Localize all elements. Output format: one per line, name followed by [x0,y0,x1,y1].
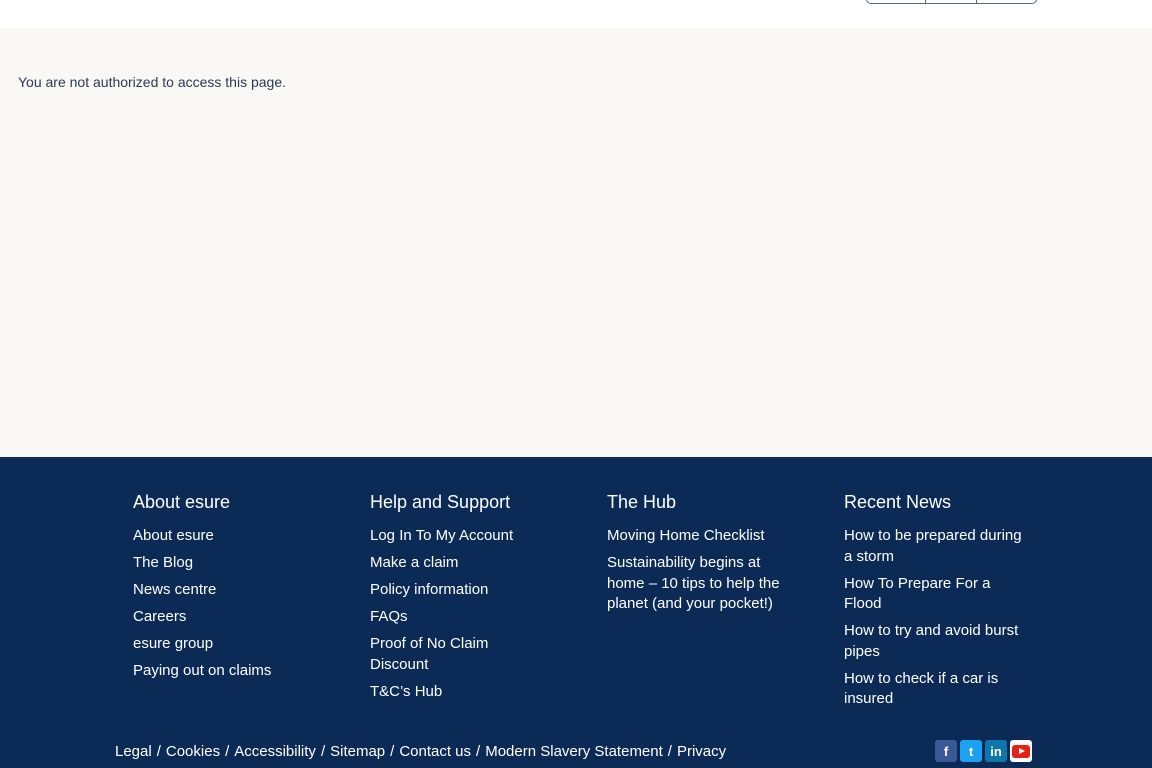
legal-links: Legal / Cookies / Accessibility / Sitemap / Cont… [115,743,726,760]
main-content: You are not authorized to access this pa… [0,28,1152,457]
footer-link-paying-out-on-claims[interactable]: Paying out on claims [133,661,323,682]
modern-slavery-link[interactable]: Modern Slavery Statement [485,743,663,760]
footer-link-storm[interactable]: How to be prepared during a storm [844,526,1029,567]
header-tab[interactable] [926,0,977,3]
social-links: f t in [935,740,1032,762]
footer-column-help: Help and Support Log In To My Account Ma… [370,491,550,709]
linkedin-icon[interactable]: in [985,740,1007,762]
top-header [0,0,1152,28]
cookies-link[interactable]: Cookies [166,743,220,760]
footer-link-news-centre[interactable]: News centre [133,580,323,601]
footer-link-esure-group[interactable]: esure group [133,634,323,655]
youtube-icon[interactable] [1010,740,1032,762]
footer-link-the-blog[interactable]: The Blog [133,553,323,574]
footer-link-tcs-hub[interactable]: T&C’s Hub [370,682,550,703]
footer-column-hub: The Hub Moving Home Checklist Sustainabi… [607,491,787,621]
privacy-link[interactable]: Privacy [677,743,726,760]
footer-link-careers[interactable]: Careers [133,607,323,628]
separator: / [156,743,161,760]
footer-column-about: About esure About esure The Blog News ce… [133,491,323,688]
accessibility-link[interactable]: Accessibility [234,743,316,760]
footer-link-about-esure[interactable]: About esure [133,526,323,547]
sitemap-link[interactable]: Sitemap [330,743,385,760]
facebook-icon[interactable]: f [935,740,957,762]
separator: / [667,743,672,760]
contact-us-link[interactable]: Contact us [399,743,471,760]
header-tab[interactable] [977,0,1036,3]
separator: / [476,743,481,760]
footer-link-proof-of-ncd[interactable]: Proof of No Claim Discount [370,634,550,675]
unauthorized-message: You are not authorized to access this pa… [18,74,286,90]
footer-column-news: Recent News How to be prepared during a … [844,491,1029,716]
header-tab-group [866,0,1037,4]
footer-link-car-insured[interactable]: How to check if a car is insured [844,669,1029,710]
footer-column-title: Recent News [844,492,952,512]
footer-link-faqs[interactable]: FAQs [370,607,550,628]
footer-column-title: Help and Support [370,492,511,512]
footer-link-flood[interactable]: How To Prepare For a Flood [844,574,1029,615]
footer-column-title: About esure [133,492,231,512]
footer-link-make-a-claim[interactable]: Make a claim [370,553,550,574]
footer-link-log-in[interactable]: Log In To My Account [370,526,550,547]
legal-link[interactable]: Legal [115,743,152,760]
separator: / [390,743,395,760]
footer-link-policy-information[interactable]: Policy information [370,580,550,601]
separator: / [320,743,326,760]
twitter-icon[interactable]: t [960,740,982,762]
header-tab[interactable] [867,0,926,3]
site-footer: About esure About esure The Blog News ce… [0,457,1152,768]
footer-column-title: The Hub [607,492,677,512]
footer-link-burst-pipes[interactable]: How to try and avoid burst pipes [844,621,1029,662]
footer-link-sustainability-tips[interactable]: Sustainability begins at home – 10 tips … [607,553,787,615]
footer-link-moving-home-checklist[interactable]: Moving Home Checklist [607,526,787,547]
separator: / [225,743,230,760]
